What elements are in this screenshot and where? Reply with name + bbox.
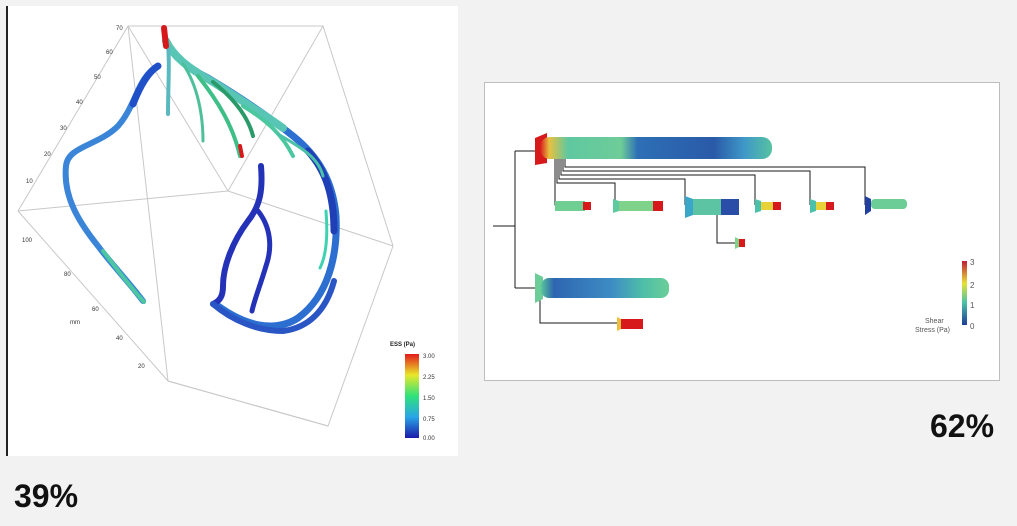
z-axis-ticks: 70 60 50 40 30 20 10 <box>26 26 123 185</box>
depth-axis-ticks: 100 80 60 40 20 mm <box>22 238 145 370</box>
z-tick: 50 <box>94 75 101 81</box>
segment-main <box>540 137 772 159</box>
shear-colorbar-gradient <box>962 261 967 325</box>
left-percentage-label: 39% <box>14 478 79 514</box>
segment-branch-2 <box>613 199 663 213</box>
vessel-dendrogram-view: 3 2 1 0 Shear Stress (Pa) <box>484 82 1000 381</box>
right-percentage-label: 62% <box>930 408 995 444</box>
depth-tick: 60 <box>92 307 99 313</box>
shear-colorbar-title: Stress (Pa) <box>915 327 950 334</box>
segment-branch-6 <box>865 196 907 215</box>
shear-tick: 1 <box>970 301 975 310</box>
dendrogram-canvas: 3 2 1 0 Shear Stress (Pa) <box>493 133 975 334</box>
ess-colorbar-title: ESS (Pa) <box>390 342 415 348</box>
shear-colorbar-title: Shear <box>925 318 944 325</box>
depth-tick: 40 <box>116 336 123 342</box>
z-tick: 30 <box>60 126 67 132</box>
z-tick: 40 <box>76 100 83 106</box>
vessel-3d-view: 70 60 50 40 30 20 10 100 80 60 40 20 mm <box>6 6 458 456</box>
z-tick: 70 <box>116 26 123 32</box>
depth-tick: 20 <box>138 364 145 370</box>
segment-branch-4 <box>755 199 781 213</box>
ess-tick: 2.25 <box>423 375 435 381</box>
vessel-3d-canvas: 70 60 50 40 30 20 10 100 80 60 40 20 mm <box>17 25 435 442</box>
ess-colorbar: ESS (Pa) 3.00 2.25 1.50 0.75 0.00 <box>390 342 435 442</box>
shear-tick: 2 <box>970 281 975 290</box>
dendrogram-segments <box>535 133 907 331</box>
z-tick: 20 <box>44 152 51 158</box>
ess-tick: 0.75 <box>423 417 435 423</box>
segment-lower-branch <box>617 317 643 331</box>
segment-branch-5 <box>810 199 834 213</box>
ess-tick: 3.00 <box>423 354 435 360</box>
shear-colorbar: 3 2 1 0 Shear Stress (Pa) <box>915 258 975 334</box>
ess-tick: 1.50 <box>423 396 435 402</box>
ess-tick: 0.00 <box>423 436 435 442</box>
ess-colorbar-gradient <box>405 354 419 438</box>
z-tick: 10 <box>26 179 33 185</box>
segment-lower <box>541 278 669 298</box>
depth-tick: 100 <box>22 238 33 244</box>
depth-tick: 80 <box>64 272 71 278</box>
shear-tick: 3 <box>970 258 975 267</box>
segment-branch-3a <box>735 237 745 249</box>
axis-unit-label: mm <box>70 320 80 326</box>
shear-tick: 0 <box>970 322 975 331</box>
segment-branch-3 <box>685 196 739 218</box>
z-tick: 60 <box>106 50 113 56</box>
segment-branch-1 <box>555 201 591 211</box>
